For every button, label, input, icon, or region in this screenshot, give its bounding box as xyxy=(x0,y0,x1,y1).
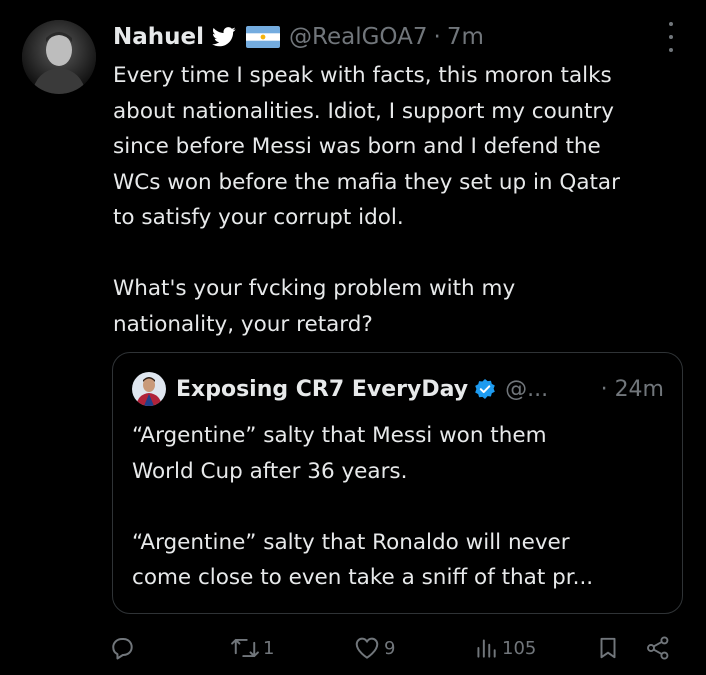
views-button[interactable]: 105 xyxy=(473,632,536,664)
author-avatar[interactable] xyxy=(22,20,96,94)
reply-button[interactable] xyxy=(108,632,139,664)
tweet-header: Nahuel @RealGOA7 · 7m xyxy=(113,20,676,54)
quoted-dot-separator: · xyxy=(600,376,608,402)
quoted-tweet-text: “Argentine” salty that Messi won them Wo… xyxy=(132,423,594,590)
quoted-tweet-header: Exposing CR7 EveryDay @... · 24m xyxy=(132,372,664,406)
share-button[interactable] xyxy=(644,632,672,664)
tweet-actions: 1 9 105 xyxy=(108,632,678,664)
author-handle[interactable]: @RealGOA7 xyxy=(289,24,427,50)
reply-icon xyxy=(108,634,136,662)
verified-badge-icon xyxy=(474,378,496,400)
quoted-tweet[interactable]: Exposing CR7 EveryDay @... · 24m “Argent… xyxy=(112,352,683,614)
like-button[interactable]: 9 xyxy=(353,632,395,664)
heart-icon xyxy=(353,634,381,662)
quoted-author-handle: @... xyxy=(505,376,549,402)
retweet-icon xyxy=(230,634,260,662)
like-count: 9 xyxy=(384,637,396,659)
retweet-button[interactable]: 1 xyxy=(230,632,274,664)
retweet-count: 1 xyxy=(263,637,275,659)
views-count: 105 xyxy=(502,637,537,659)
quoted-author-avatar xyxy=(132,372,166,406)
timestamp[interactable]: 7m xyxy=(447,24,484,50)
bookmark-button[interactable] xyxy=(595,632,621,664)
argentina-flag-icon xyxy=(246,26,281,48)
views-icon xyxy=(473,634,499,662)
author-name[interactable]: Nahuel xyxy=(113,24,204,50)
quoted-author-name: Exposing CR7 EveryDay xyxy=(176,376,469,402)
author-avatar-image xyxy=(22,20,96,94)
more-icon[interactable] xyxy=(666,22,676,52)
quoted-time: 24m xyxy=(614,376,664,402)
tweet-text: Every time I speak with facts, this moro… xyxy=(113,63,620,337)
quoted-timestamp: · 24m xyxy=(601,377,664,402)
share-icon xyxy=(644,634,672,662)
bookmark-icon xyxy=(595,634,621,662)
dot-separator: · xyxy=(433,24,441,50)
twitter-bird-icon xyxy=(212,27,236,47)
